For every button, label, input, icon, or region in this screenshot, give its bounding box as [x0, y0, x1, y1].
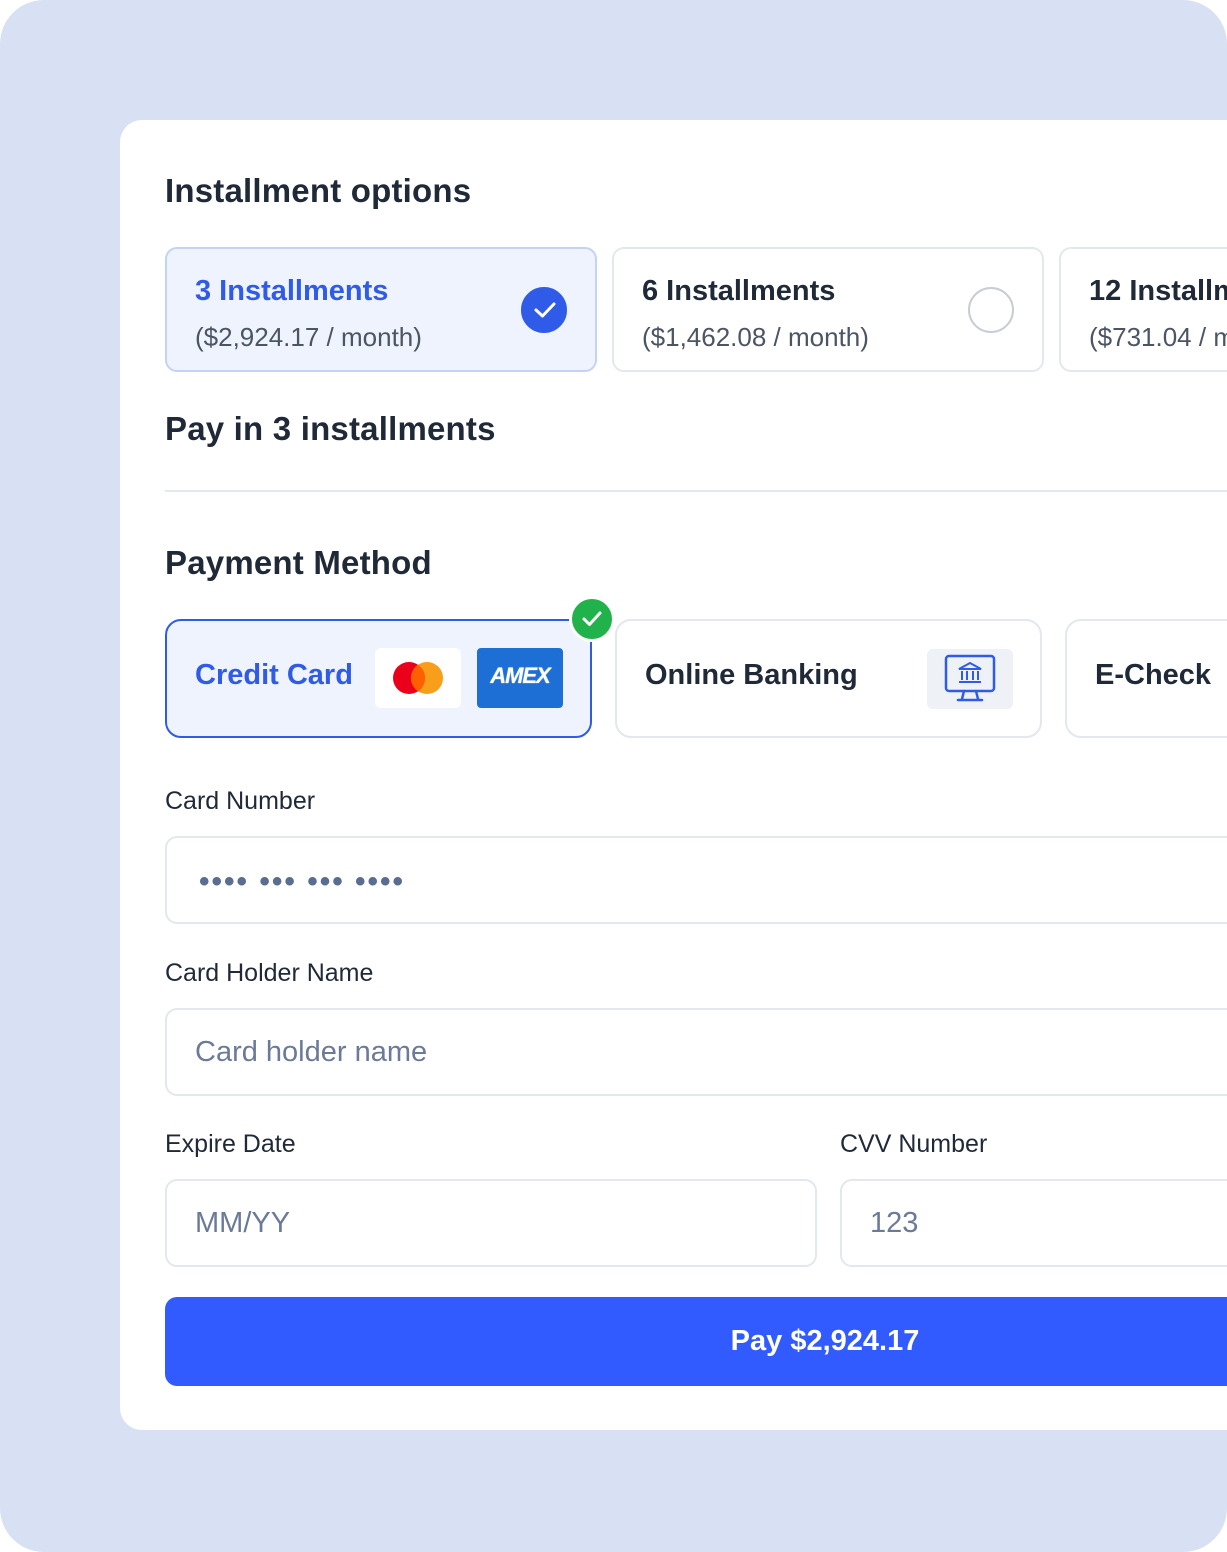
card-holder-input[interactable] [165, 1008, 1227, 1096]
amex-icon: AMEX [477, 648, 563, 708]
installment-price: ($1,462.08 / month) [642, 322, 869, 352]
pay-button[interactable]: Pay $2,924.17 [165, 1297, 1227, 1386]
selected-check-icon [569, 596, 615, 642]
installment-name: 12 Installments [1089, 275, 1227, 307]
payment-method-echeck[interactable]: E-Check [1065, 619, 1227, 738]
mastercard-icon [375, 648, 461, 708]
check-icon [521, 287, 567, 333]
cvv-input[interactable] [840, 1179, 1227, 1267]
radio-icon [968, 287, 1014, 333]
installment-option-3[interactable]: 3 Installments ($2,924.17 / month) [165, 247, 597, 372]
installment-price: ($2,924.17 / month) [195, 322, 422, 352]
payment-method-heading: Payment Method [165, 544, 432, 581]
card-number-input[interactable]: •••• ••• ••• •••• [165, 836, 1227, 924]
card-number-value: •••• ••• ••• •••• [199, 865, 406, 898]
checkout-panel: Installment options 3 Installments ($2,9… [120, 120, 1227, 1430]
installment-summary: Pay in 3 installments [165, 410, 496, 447]
installment-name: 6 Installments [642, 275, 836, 307]
card-holder-label: Card Holder Name [165, 959, 374, 987]
page-background: Installment options 3 Installments ($2,9… [0, 0, 1227, 1552]
card-number-label: Card Number [165, 787, 316, 815]
installment-option-12[interactable]: 12 Installments ($731.04 / month) [1059, 247, 1227, 372]
payment-method-label: Credit Card [195, 659, 353, 691]
pay-button-label: Pay $2,924.17 [730, 1325, 920, 1357]
section-divider [165, 490, 1227, 492]
installment-option-6[interactable]: 6 Installments ($1,462.08 / month) [612, 247, 1044, 372]
payment-method-label: E-Check [1095, 659, 1212, 691]
bank-icon [927, 649, 1013, 709]
payment-method-credit-card[interactable]: Credit Card AMEX [165, 619, 592, 738]
installment-price: ($731.04 / month) [1089, 322, 1227, 352]
expire-date-label: Expire Date [165, 1130, 296, 1158]
payment-method-online-banking[interactable]: Online Banking [615, 619, 1042, 738]
installment-name: 3 Installments [195, 275, 389, 307]
payment-method-label: Online Banking [645, 659, 858, 691]
expire-date-input[interactable] [165, 1179, 817, 1267]
installment-heading: Installment options [165, 172, 472, 209]
cvv-label: CVV Number [840, 1130, 988, 1158]
